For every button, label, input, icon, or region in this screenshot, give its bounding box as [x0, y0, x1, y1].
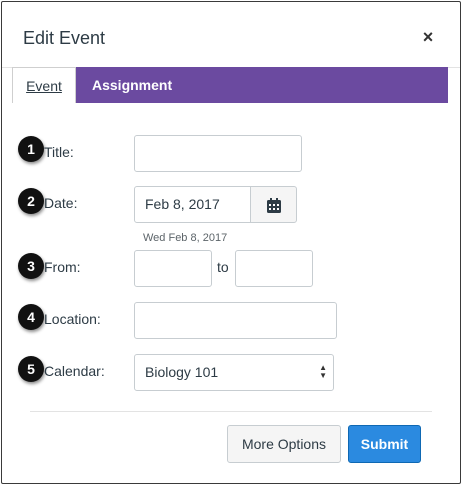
tab-bar: Event Assignment	[12, 67, 448, 103]
date-input[interactable]: Feb 8, 2017	[134, 186, 251, 223]
location-label: Location:	[44, 311, 101, 327]
submit-button[interactable]: Submit	[348, 425, 421, 463]
select-arrows-icon: ▲ ▼	[319, 363, 327, 380]
dialog-header: Edit Event ×	[2, 2, 460, 68]
step-badge-1: 1	[18, 136, 44, 162]
footer-divider	[30, 411, 432, 412]
from-time-input[interactable]	[134, 250, 212, 287]
more-options-button[interactable]: More Options	[227, 425, 341, 463]
calendar-select[interactable]: Biology 101 ▲ ▼	[134, 354, 334, 391]
location-input[interactable]	[134, 302, 337, 339]
to-time-input[interactable]	[235, 250, 313, 287]
date-label: Date:	[44, 195, 78, 211]
step-badge-4: 4	[18, 304, 44, 330]
title-input[interactable]	[134, 135, 302, 172]
step-badge-2: 2	[18, 188, 44, 214]
to-separator: to	[217, 259, 229, 275]
tab-event[interactable]: Event	[12, 67, 76, 103]
date-picker-button[interactable]	[250, 186, 297, 223]
tab-assignment[interactable]: Assignment	[92, 67, 172, 103]
calendar-select-value: Biology 101	[145, 364, 219, 380]
close-icon[interactable]: ×	[419, 28, 437, 46]
step-badge-3: 3	[18, 253, 44, 279]
from-label: From:	[44, 259, 81, 275]
title-label: Title:	[44, 144, 74, 160]
dialog-title: Edit Event	[23, 28, 106, 48]
calendar-label: Calendar:	[44, 363, 105, 379]
date-hint: Wed Feb 8, 2017	[143, 232, 228, 244]
calendar-icon	[267, 198, 281, 213]
step-badge-5: 5	[18, 356, 44, 382]
